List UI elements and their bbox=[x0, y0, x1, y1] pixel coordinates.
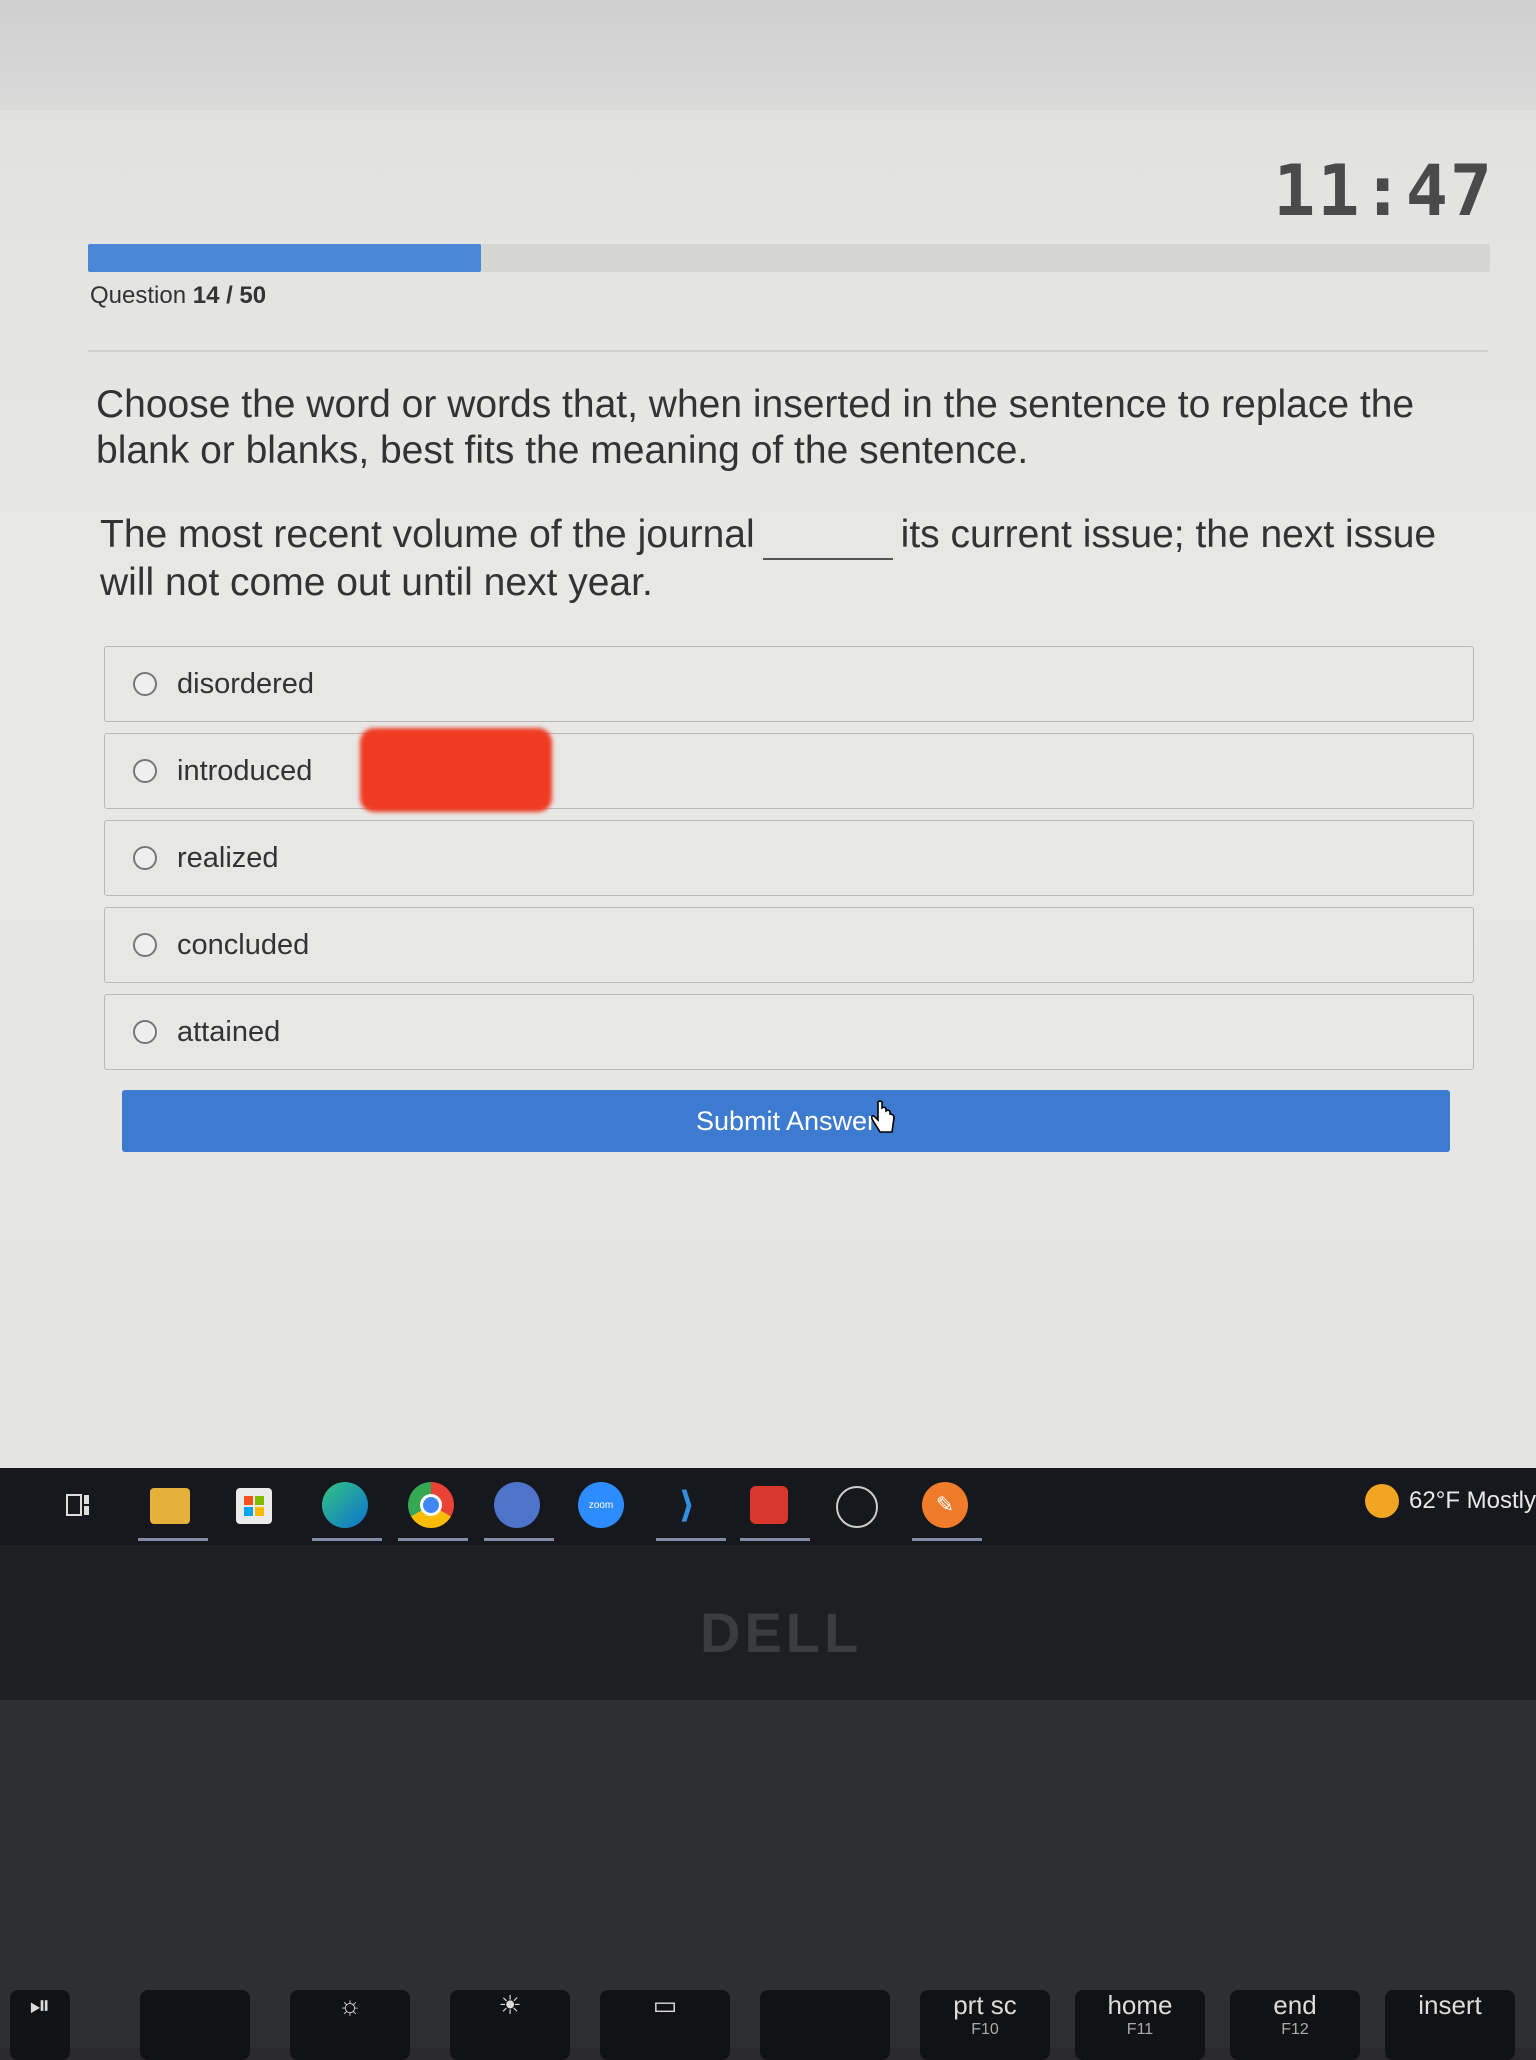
paint-icon[interactable]: ✎ bbox=[922, 1482, 968, 1528]
key-display: ▭ bbox=[600, 1990, 730, 2060]
option-concluded[interactable]: concluded bbox=[104, 907, 1474, 983]
keyboard-row: ⏯ ☼ ☀ ▭ prt sc F10 home F11 end F12 insert bbox=[0, 1980, 1536, 2060]
option-attained[interactable]: attained bbox=[104, 994, 1474, 1070]
option-realized[interactable]: realized bbox=[104, 820, 1474, 896]
option-label: disordered bbox=[177, 667, 315, 700]
key-label: insert bbox=[1418, 1990, 1482, 2020]
weather-widget[interactable]: 62°F Mostly bbox=[1365, 1484, 1536, 1518]
progress-fill bbox=[88, 244, 481, 272]
key-sublabel: F10 bbox=[971, 2021, 999, 2038]
dell-logo: DELL bbox=[700, 1601, 863, 1664]
key-label: end bbox=[1273, 1990, 1317, 2020]
app-icon[interactable] bbox=[836, 1486, 878, 1528]
key-prt-sc: prt sc F10 bbox=[920, 1990, 1050, 2060]
laptop-bezel: DELL bbox=[0, 1545, 1536, 1705]
edge-icon[interactable] bbox=[322, 1482, 368, 1528]
app-icon[interactable] bbox=[750, 1486, 788, 1524]
radio-button[interactable] bbox=[133, 759, 157, 783]
key-end: end F12 bbox=[1230, 1990, 1360, 2060]
active-indicator bbox=[656, 1538, 726, 1541]
question-counter: Question 14 / 50 bbox=[90, 282, 266, 310]
weather-icon bbox=[1365, 1484, 1400, 1518]
option-label: realized bbox=[177, 841, 279, 874]
task-view-icon[interactable] bbox=[60, 1482, 96, 1528]
store-icon[interactable] bbox=[236, 1488, 272, 1524]
key-brightness-up: ☀ bbox=[450, 1990, 570, 2060]
weather-text: 62°F Mostly bbox=[1409, 1487, 1536, 1514]
radio-button[interactable] bbox=[133, 933, 157, 957]
key-insert: insert bbox=[1385, 1990, 1515, 2060]
redaction-mark bbox=[360, 728, 552, 812]
active-indicator bbox=[484, 1538, 554, 1541]
sentence-blank bbox=[762, 512, 893, 560]
active-indicator bbox=[312, 1538, 382, 1541]
radio-button[interactable] bbox=[133, 846, 157, 870]
active-indicator bbox=[740, 1538, 810, 1541]
key-blank bbox=[140, 1990, 250, 2060]
sentence-before: The most recent volume of the journal bbox=[100, 513, 755, 556]
option-label: attained bbox=[177, 1015, 281, 1048]
key-brightness-down: ☼ bbox=[290, 1990, 410, 2060]
chrome-icon[interactable] bbox=[408, 1482, 454, 1528]
question-prefix: Question bbox=[90, 282, 187, 309]
windows-taskbar: zoom ⟩ ✎ 62°F Mostly bbox=[0, 1468, 1536, 1545]
answer-options: disordered introduced realized concluded… bbox=[104, 646, 1474, 1081]
zoom-icon[interactable]: zoom bbox=[578, 1482, 624, 1528]
vscode-icon[interactable]: ⟩ bbox=[664, 1482, 710, 1528]
key-blank bbox=[760, 1990, 890, 2060]
question-instructions: Choose the word or words that, when inse… bbox=[96, 383, 1415, 472]
option-introduced[interactable]: introduced bbox=[104, 733, 1474, 809]
key-label: home bbox=[1107, 1990, 1173, 2020]
option-disordered[interactable]: disordered bbox=[104, 646, 1474, 722]
submit-answer-button[interactable]: Submit Answer bbox=[122, 1090, 1450, 1152]
countdown-timer: 11:47 bbox=[1273, 150, 1494, 232]
divider bbox=[88, 350, 1488, 352]
key-home: home F11 bbox=[1075, 1990, 1205, 2060]
question-number: 14 / 50 bbox=[192, 282, 267, 309]
screen: 11:47 Question 14 / 50 Choose the word o… bbox=[0, 0, 1536, 1545]
radio-button[interactable] bbox=[133, 672, 157, 696]
browser-top-area bbox=[0, 0, 1536, 110]
key-media-play-pause: ⏯ bbox=[10, 1990, 70, 2060]
key-sublabel: F12 bbox=[1281, 2021, 1309, 2038]
active-indicator bbox=[138, 1538, 208, 1541]
option-label: concluded bbox=[177, 928, 310, 961]
active-indicator bbox=[398, 1538, 468, 1541]
key-label: prt sc bbox=[953, 1990, 1017, 2020]
radio-button[interactable] bbox=[133, 1020, 157, 1044]
hand-cursor-icon bbox=[870, 1100, 895, 1133]
option-label: introduced bbox=[177, 754, 313, 787]
active-indicator bbox=[912, 1538, 982, 1541]
question-sentence: The most recent volume of the journal it… bbox=[100, 512, 1490, 606]
progress-bar bbox=[88, 244, 1490, 272]
key-sublabel: F11 bbox=[1126, 2021, 1154, 2038]
file-explorer-icon[interactable] bbox=[150, 1488, 190, 1524]
app-icon[interactable] bbox=[494, 1482, 540, 1528]
